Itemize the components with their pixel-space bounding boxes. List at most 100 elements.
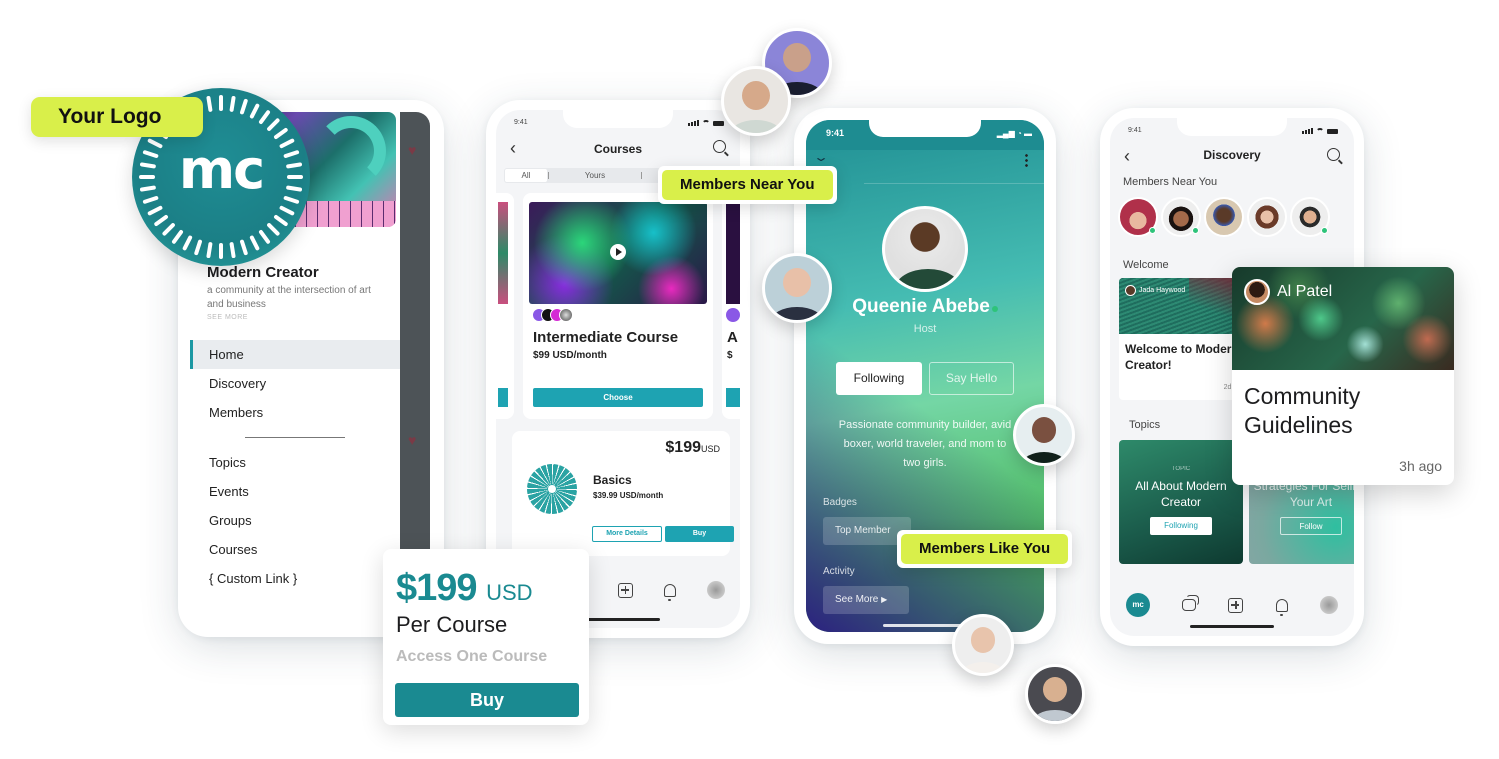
logo-tick [258, 230, 271, 244]
nav-item-topics[interactable]: Topics [190, 448, 400, 477]
choose-button[interactable]: Choose [533, 388, 703, 407]
marketing-canvas: ♥ ♥ Modern Creator a community at the in… [0, 0, 1499, 759]
logo-tick [171, 230, 184, 244]
status-time: 9:41 [826, 128, 845, 138]
topic-following-button[interactable]: Following [1150, 517, 1212, 535]
more-options-icon[interactable] [1025, 153, 1028, 167]
nav-item-groups[interactable]: Groups [190, 506, 400, 535]
popup-per-course: Per Course [396, 612, 508, 637]
say-hello-button[interactable]: Say Hello [929, 362, 1014, 395]
author-avatar [1244, 279, 1270, 305]
popup-buy-button[interactable]: Buy [395, 683, 579, 717]
profile-avatar-icon[interactable] [1319, 596, 1338, 614]
online-status-dot [1149, 227, 1156, 234]
community-title: Modern Creator [207, 264, 319, 281]
battery-icon [713, 121, 724, 126]
members-near-you-callout: Members Near You [658, 166, 837, 204]
course-card[interactable]: Intermediate Course $99 USD/month Choose [523, 193, 713, 419]
caret-right-icon: ▶ [881, 595, 888, 604]
cellular-icon [1302, 128, 1313, 134]
logo-tick [274, 214, 288, 227]
logo-tick [274, 127, 288, 140]
logo-tick [267, 118, 280, 131]
signal-icons [688, 120, 724, 126]
welcome-post-card[interactable]: Jada Haywood Welcome to Modern Creator! … [1119, 278, 1249, 400]
member-avatar-floating[interactable] [762, 253, 832, 323]
post-timestamp: 3h ago [1399, 458, 1442, 474]
plan-buy-button[interactable]: Buy [665, 526, 734, 542]
topics-label: Topics [1129, 419, 1161, 431]
battery-icon [1327, 129, 1338, 134]
topic-kicker: TOPIC [1171, 466, 1191, 472]
logo-tick [162, 223, 175, 236]
logo-tick [249, 235, 260, 251]
tab-all[interactable]: All [505, 169, 547, 182]
post-title: Welcome to Modern Creator! [1125, 342, 1239, 372]
see-more-activity-button[interactable]: See More ▶ [823, 586, 909, 614]
tab-yours[interactable]: Yours [549, 171, 641, 180]
topic-card[interactable]: TOPIC All About Modern Creator Following [1119, 440, 1243, 564]
drawer-nav: Home Discovery Members Topics Events Gro… [190, 340, 400, 593]
member-avatar[interactable] [1247, 197, 1287, 237]
status-bar: 9:41 [496, 110, 740, 140]
community-home-icon[interactable]: mc [1126, 593, 1151, 617]
page-title: Courses [593, 142, 643, 156]
member-avatar[interactable] [1118, 197, 1158, 237]
plan-card: $199USD Basics $39.99 USD/month More Det… [512, 431, 734, 556]
topic-follow-button[interactable]: Follow [1280, 517, 1342, 535]
notifications-bell-icon[interactable] [1275, 598, 1288, 616]
cellular-icon [688, 120, 699, 126]
logo-tick [154, 214, 168, 227]
course-price: $99 USD/month [533, 350, 607, 361]
following-button[interactable]: Following [836, 362, 922, 395]
dimmed-content-overlay[interactable]: ♥ ♥ [400, 112, 430, 612]
nav-item-events[interactable]: Events [190, 477, 400, 506]
search-icon[interactable] [713, 140, 726, 153]
profile-avatar-icon[interactable] [706, 581, 725, 599]
signal-icons: ▂▄▆ ◔ ▬ [996, 129, 1032, 138]
signal-icons [1302, 128, 1338, 134]
profile-avatar [882, 206, 968, 292]
status-time: 9:41 [1128, 127, 1142, 134]
nav-item-discovery[interactable]: Discovery [190, 369, 400, 398]
play-icon[interactable] [610, 244, 626, 260]
logo-tick [229, 95, 236, 112]
messages-icon[interactable] [1182, 595, 1200, 611]
community-description: a community at the intersection of art a… [207, 285, 371, 310]
course-card-prev[interactable] [496, 193, 514, 419]
create-plus-icon[interactable] [617, 582, 633, 598]
member-avatar[interactable] [1290, 197, 1330, 237]
member-avatar[interactable] [1204, 197, 1244, 237]
post-author: Jada Haywood [1125, 285, 1185, 296]
status-bar: 9:41 ▂▄▆ ◔ ▬ [806, 120, 1044, 150]
member-avatar-floating[interactable] [721, 66, 791, 136]
online-status-dot [991, 306, 998, 312]
search-icon[interactable] [1327, 148, 1340, 161]
member-avatar-floating[interactable] [1013, 404, 1075, 466]
profile-role: Host [913, 323, 937, 335]
nav-item-custom-link[interactable]: { Custom Link } [190, 564, 400, 593]
create-plus-icon[interactable] [1228, 597, 1244, 613]
see-more-link[interactable]: SEE MORE [207, 314, 248, 321]
logo-tick [240, 239, 248, 256]
notifications-bell-icon[interactable] [663, 583, 676, 601]
collapse-chevron-icon[interactable]: ⌄ [813, 150, 829, 164]
logo-tick [279, 205, 295, 216]
wifi-icon [702, 120, 710, 126]
logo-tick [206, 95, 213, 112]
nav-item-home[interactable]: Home [190, 340, 400, 369]
nav-item-members[interactable]: Members [190, 398, 400, 427]
more-details-button[interactable]: More Details [592, 526, 662, 542]
member-avatar-floating[interactable] [952, 614, 1014, 676]
member-avatar-floating[interactable] [1025, 664, 1085, 724]
community-guidelines-card[interactable]: Al Patel Community Guidelines 3h ago [1232, 267, 1454, 485]
nav-item-courses[interactable]: Courses [190, 535, 400, 564]
course-video-thumbnail[interactable] [529, 202, 707, 304]
member-avatar[interactable] [1161, 197, 1201, 237]
course-card-next[interactable]: A $ [722, 193, 740, 419]
author-avatar [1125, 285, 1136, 296]
logo-tick [258, 110, 271, 124]
profile-bio: Passionate community builder, avid boxer… [838, 419, 1012, 469]
heart-icon: ♥ [408, 432, 417, 448]
members-near-row [1118, 197, 1330, 237]
